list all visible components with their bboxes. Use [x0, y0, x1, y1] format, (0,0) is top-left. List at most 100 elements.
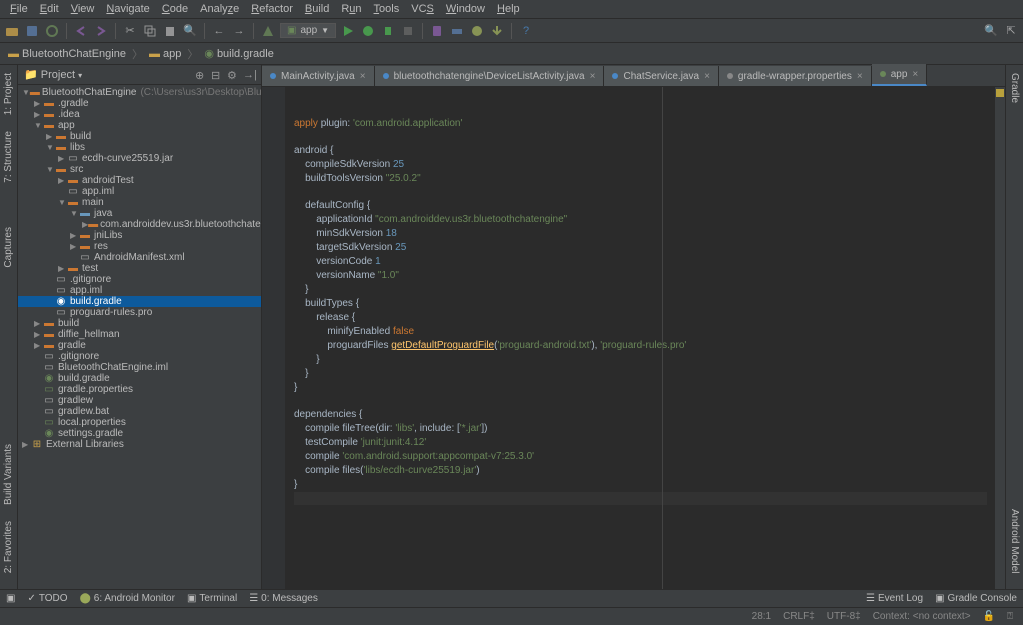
- menu-help[interactable]: Help: [491, 3, 526, 15]
- close-tab-icon[interactable]: ×: [857, 71, 863, 82]
- tab-structure[interactable]: 7: Structure: [2, 127, 15, 187]
- menu-window[interactable]: Window: [440, 3, 491, 15]
- close-tab-icon[interactable]: ×: [912, 69, 918, 80]
- project-tree[interactable]: ▼▬BluetoothChatEngine(C:\Users\us3r\Desk…: [18, 85, 261, 589]
- menu-code[interactable]: Code: [156, 3, 194, 15]
- tree-buildgradle2[interactable]: ◉build.gradle: [18, 373, 261, 384]
- run-icon[interactable]: [340, 23, 356, 39]
- tree-diffie[interactable]: ▶▬diffie_hellman: [18, 329, 261, 340]
- crumb-module[interactable]: ▬app: [147, 48, 183, 60]
- menu-view[interactable]: View: [65, 3, 101, 15]
- make-icon[interactable]: [260, 23, 276, 39]
- editor-tab[interactable]: bluetoothchatengine\DeviceListActivity.j…: [375, 66, 605, 86]
- settings-icon[interactable]: ⚙: [227, 69, 239, 81]
- hide-icon[interactable]: →|: [243, 69, 255, 81]
- menu-navigate[interactable]: Navigate: [100, 3, 155, 15]
- tree-root[interactable]: ▼▬BluetoothChatEngine(C:\Users\us3r\Desk…: [18, 87, 261, 98]
- tree-settingsgradle[interactable]: ◉settings.gradle: [18, 428, 261, 439]
- find-icon[interactable]: 🔍: [182, 23, 198, 39]
- run-config-combo[interactable]: ▣ app ▼: [280, 23, 336, 38]
- tree-idea-dir[interactable]: ▶▬.idea: [18, 109, 261, 120]
- debug-icon[interactable]: [360, 23, 376, 39]
- tree-build2[interactable]: ▶▬build: [18, 318, 261, 329]
- tree-androidtest-dir[interactable]: ▶▬androidTest: [18, 175, 261, 186]
- editor-gutter[interactable]: [262, 87, 286, 589]
- tree-gradle-dir[interactable]: ▶▬.gradle: [18, 98, 261, 109]
- tree-localprops[interactable]: ▭local.properties: [18, 417, 261, 428]
- menu-vcs[interactable]: VCS: [405, 3, 440, 15]
- bottom-android-monitor[interactable]: ⬤ 6: Android Monitor: [80, 593, 175, 604]
- expand-icon[interactable]: ⇱: [1003, 23, 1019, 39]
- tree-proguard[interactable]: ▭proguard-rules.pro: [18, 307, 261, 318]
- crumb-project[interactable]: ▬BluetoothChatEngine: [6, 48, 128, 60]
- back-icon[interactable]: ←: [211, 23, 227, 39]
- editor-tab[interactable]: app×: [872, 64, 928, 86]
- tab-android-model[interactable]: Android Model: [1008, 505, 1021, 577]
- menu-file[interactable]: File: [4, 3, 34, 15]
- download-icon[interactable]: [489, 23, 505, 39]
- tree-test-dir[interactable]: ▶▬test: [18, 263, 261, 274]
- sdk-icon[interactable]: [449, 23, 465, 39]
- tree-gradle2[interactable]: ▶▬gradle: [18, 340, 261, 351]
- tree-main-dir[interactable]: ▼▬main: [18, 197, 261, 208]
- bottom-todo[interactable]: ✓ TODO: [27, 593, 67, 604]
- close-tab-icon[interactable]: ×: [590, 71, 596, 82]
- tree-app-dir[interactable]: ▼▬app: [18, 120, 261, 131]
- avd-icon[interactable]: [429, 23, 445, 39]
- tree-res-dir[interactable]: ▶▬res: [18, 241, 261, 252]
- android-icon[interactable]: [469, 23, 485, 39]
- open-icon[interactable]: [4, 23, 20, 39]
- bottom-event-log[interactable]: ☰ Event Log: [866, 593, 923, 604]
- editor-tab[interactable]: gradle-wrapper.properties×: [719, 66, 872, 86]
- status-context[interactable]: Context: <no context>: [873, 611, 971, 622]
- menu-refactor[interactable]: Refactor: [245, 3, 299, 15]
- copy-icon[interactable]: [142, 23, 158, 39]
- redo-icon[interactable]: [93, 23, 109, 39]
- tree-appiml[interactable]: ▭app.iml: [18, 186, 261, 197]
- crumb-file[interactable]: ◉build.gradle: [202, 47, 275, 60]
- status-position[interactable]: 28:1: [752, 611, 771, 622]
- menu-run[interactable]: Run: [335, 3, 367, 15]
- tree-package[interactable]: ▶▬com.androiddev.us3r.bluetoothchatengin…: [18, 219, 261, 230]
- tree-buildgradle[interactable]: ◉build.gradle: [18, 296, 261, 307]
- tree-gitignore2[interactable]: ▭.gitignore: [18, 351, 261, 362]
- save-icon[interactable]: [24, 23, 40, 39]
- tree-libs-dir[interactable]: ▼▬libs: [18, 142, 261, 153]
- tree-ecdh-jar[interactable]: ▶▭ecdh-curve25519.jar: [18, 153, 261, 164]
- tree-src-dir[interactable]: ▼▬src: [18, 164, 261, 175]
- tab-build-variants[interactable]: Build Variants: [2, 440, 15, 509]
- menu-analyze[interactable]: Analyze: [194, 3, 245, 15]
- tab-project[interactable]: 1: Project: [2, 69, 15, 119]
- forward-icon[interactable]: →: [231, 23, 247, 39]
- warning-marker[interactable]: [996, 89, 1004, 97]
- undo-icon[interactable]: [73, 23, 89, 39]
- paste-icon[interactable]: [162, 23, 178, 39]
- marker-strip[interactable]: [995, 87, 1005, 589]
- editor-tab[interactable]: ChatService.java×: [604, 66, 718, 86]
- tool-window-icon[interactable]: ▣: [6, 593, 15, 604]
- menu-tools[interactable]: Tools: [368, 3, 406, 15]
- code-editor[interactable]: apply plugin: 'com.android.application' …: [286, 87, 995, 589]
- menu-build[interactable]: Build: [299, 3, 335, 15]
- stop-icon[interactable]: [400, 23, 416, 39]
- bottom-messages[interactable]: ☰ 0: Messages: [249, 593, 318, 604]
- cut-icon[interactable]: ✂: [122, 23, 138, 39]
- bottom-gradle-console[interactable]: ▣ Gradle Console: [935, 593, 1017, 604]
- tab-gradle[interactable]: Gradle: [1008, 69, 1021, 107]
- bottom-terminal[interactable]: ▣ Terminal: [187, 593, 237, 604]
- attach-icon[interactable]: [380, 23, 396, 39]
- tab-captures[interactable]: Captures: [2, 223, 15, 272]
- tab-favorites[interactable]: 2: Favorites: [2, 517, 15, 577]
- tree-gradlewbat[interactable]: ▭gradlew.bat: [18, 406, 261, 417]
- menu-edit[interactable]: Edit: [34, 3, 65, 15]
- tree-java-dir[interactable]: ▼▬java: [18, 208, 261, 219]
- status-hector-icon[interactable]: ⍰: [1007, 611, 1013, 622]
- tree-gradleprops[interactable]: ▭gradle.properties: [18, 384, 261, 395]
- tree-gitignore[interactable]: ▭.gitignore: [18, 274, 261, 285]
- search-everywhere-icon[interactable]: 🔍: [983, 23, 999, 39]
- help-icon[interactable]: ?: [518, 23, 534, 39]
- tree-appiml2[interactable]: ▭app.iml: [18, 285, 261, 296]
- status-lock-icon[interactable]: 🔓: [983, 611, 995, 622]
- tree-build-dir[interactable]: ▶▬build: [18, 131, 261, 142]
- tree-gradlew[interactable]: ▭gradlew: [18, 395, 261, 406]
